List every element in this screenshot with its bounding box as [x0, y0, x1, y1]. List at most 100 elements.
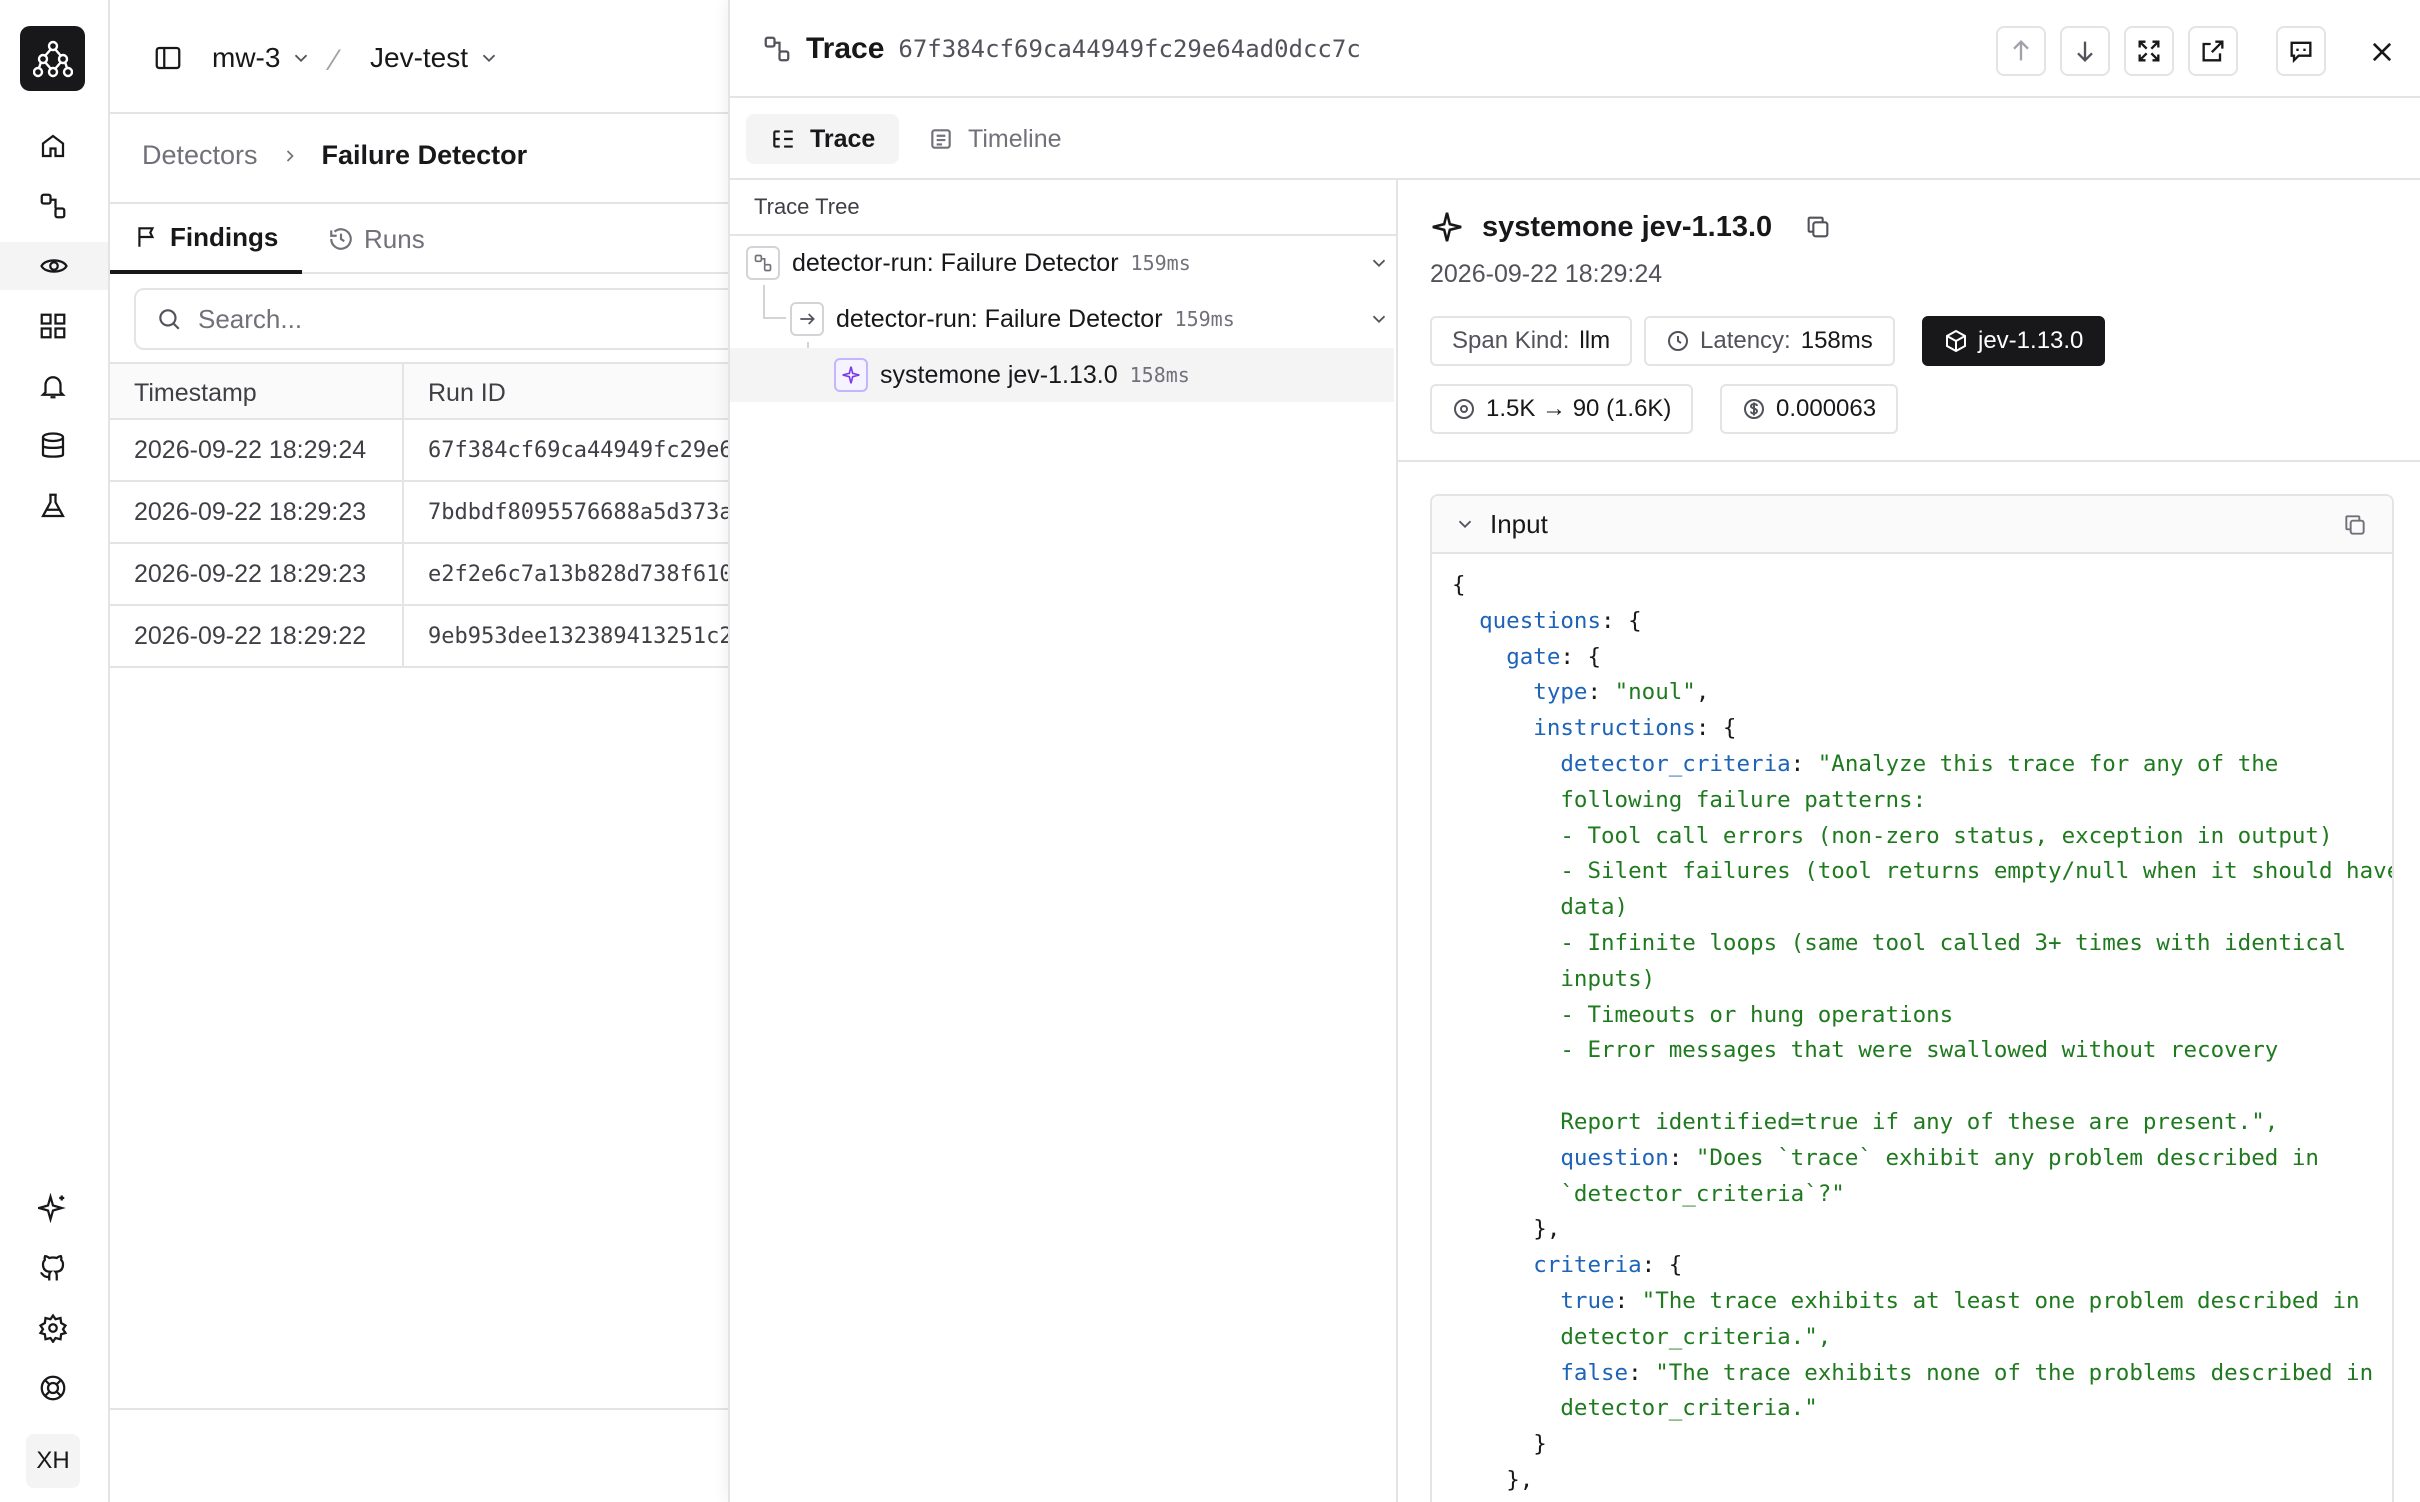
open-in-new-tab-button[interactable]	[2188, 26, 2238, 76]
tab-timeline[interactable]: Timeline	[904, 114, 1086, 164]
avatar[interactable]: XH	[26, 1434, 80, 1488]
close-drawer-button[interactable]	[2362, 32, 2402, 72]
sparkle-icon	[38, 1193, 66, 1223]
chevron-down-icon[interactable]	[1368, 252, 1390, 274]
tab-timeline-label: Timeline	[968, 124, 1062, 153]
tree-list-icon	[773, 130, 793, 148]
input-header[interactable]: Input	[1432, 496, 2392, 554]
chevron-down-icon[interactable]	[1368, 308, 1390, 330]
tab-runs-label: Runs	[364, 223, 425, 254]
cube-icon	[1946, 329, 1966, 353]
project-name: Jev-test	[370, 42, 469, 73]
search-placeholder: Search...	[198, 303, 303, 334]
traces-icon	[40, 193, 66, 219]
row-timestamp: 2026-09-22 18:29:22	[134, 621, 367, 650]
nav-settings[interactable]	[27, 1304, 79, 1352]
org-switcher[interactable]: mw-3	[212, 38, 312, 78]
row-run-id: 7bdbdf8095576688a5d373a	[428, 499, 728, 525]
node-duration: 159ms	[1130, 251, 1191, 275]
eye-icon	[40, 259, 68, 273]
row-timestamp: 2026-09-22 18:29:23	[134, 497, 367, 526]
drawer-title: Trace	[806, 32, 885, 65]
span-kind-badge: Span Kind: llm	[1430, 316, 1633, 366]
input-label: Input	[1490, 508, 1548, 539]
nav-detectors[interactable]	[0, 242, 108, 290]
row-run-id: e2f2e6c7a13b828d738f610	[428, 561, 728, 587]
node-name: systemone jev-1.13.0	[880, 360, 1118, 389]
input-json: { questions: { gate: { type: "noul", ins…	[1452, 572, 2394, 1493]
drawer-header: Trace 67f384cf69ca44949fc29e64ad0dcc7c	[730, 0, 2420, 98]
flag-icon	[138, 227, 155, 247]
column-timestamp[interactable]: Timestamp	[134, 364, 257, 422]
nav-alerts[interactable]	[27, 362, 79, 410]
nav-traces[interactable]	[27, 182, 79, 230]
path-separator: ⁄	[332, 44, 338, 77]
icon-rail: XH	[0, 0, 110, 1502]
nav-experiments[interactable]	[27, 482, 79, 530]
fullscreen-button[interactable]	[2124, 26, 2174, 76]
tree-node-root[interactable]: detector-run: Failure Detector 159ms	[746, 236, 1396, 290]
org-name: mw-3	[212, 42, 281, 73]
database-icon	[41, 432, 65, 458]
span-name: systemone jev-1.13.0	[1482, 210, 1773, 243]
tab-findings[interactable]: Findings	[110, 204, 303, 274]
node-name: detector-run: Failure Detector	[836, 304, 1163, 333]
arrow-up-icon	[2013, 40, 2029, 61]
arrow-down-icon	[2077, 41, 2093, 62]
chat-assistant-button[interactable]	[2276, 26, 2326, 76]
previous-trace-button[interactable]	[1996, 26, 2046, 76]
footer-divider	[110, 1408, 728, 1410]
dashboard-icon	[40, 313, 66, 339]
toggle-sidebar-button[interactable]	[150, 40, 186, 76]
cost-badge: 0.000063	[1720, 384, 1899, 434]
project-switcher[interactable]: Jev-test	[370, 38, 500, 78]
app-logo[interactable]	[20, 26, 85, 91]
table-row[interactable]: 2026-09-22 18:29:23 7bdbdf8095576688a5d3…	[110, 482, 728, 544]
trace-icon	[764, 36, 790, 62]
detector-page: mw-3 ⁄ Jev-test Detectors Failure Detect…	[110, 0, 728, 1502]
table-row[interactable]: 2026-09-22 18:29:23 e2f2e6c7a13b828d738f…	[110, 544, 728, 606]
search-input[interactable]: Search...	[134, 288, 728, 350]
flask-icon	[41, 493, 65, 518]
node-name: detector-run: Failure Detector	[792, 248, 1119, 277]
next-trace-button[interactable]	[2060, 26, 2110, 76]
home-icon	[41, 134, 65, 158]
chevron-down-icon	[482, 54, 496, 63]
nav-home[interactable]	[27, 122, 79, 170]
span-kind-label: Span Kind:	[1452, 327, 1570, 354]
target-icon	[1454, 399, 1474, 419]
nav-github[interactable]	[27, 1244, 79, 1292]
section-divider	[1398, 460, 2420, 462]
nav-help[interactable]	[27, 1364, 79, 1412]
tab-trace-label: Trace	[810, 124, 876, 153]
top-bar: mw-3 ⁄ Jev-test	[110, 0, 728, 114]
tree-node-child[interactable]: detector-run: Failure Detector 159ms	[790, 292, 1396, 346]
page-title: Failure Detector	[321, 140, 528, 170]
search-icon	[159, 309, 180, 330]
nav-dashboards[interactable]	[27, 302, 79, 350]
tab-trace[interactable]: Trace	[746, 114, 900, 164]
nav-ai-assist[interactable]	[27, 1184, 79, 1232]
input-panel: Input { questions: { gate: { type: "noul…	[1430, 494, 2394, 1502]
breadcrumb: Detectors Failure Detector	[110, 114, 728, 204]
sparkle-node-icon	[834, 358, 868, 392]
version-value: jev-1.13.0	[1978, 327, 2084, 354]
help-icon	[40, 1375, 66, 1401]
copy-icon[interactable]	[1804, 213, 1832, 241]
copy-icon[interactable]	[2342, 512, 2368, 538]
trace-node-icon	[746, 246, 780, 280]
tab-runs[interactable]: Runs	[328, 204, 425, 274]
table-row[interactable]: 2026-09-22 18:29:22 9eb953dee13238941325…	[110, 606, 728, 668]
table-row[interactable]: 2026-09-22 18:29:24 67f384cf69ca44949fc2…	[110, 420, 728, 482]
tokens-value: 1.5K → 90 (1.6K)	[1486, 395, 1672, 422]
breadcrumb-detectors[interactable]: Detectors	[142, 140, 258, 171]
tab-findings-label: Findings	[170, 221, 279, 252]
tree-node-selected[interactable]: systemone jev-1.13.0 158ms	[730, 348, 1394, 402]
column-run-id[interactable]: Run ID	[428, 364, 506, 422]
github-icon	[40, 1254, 65, 1281]
nav-datasets[interactable]	[27, 422, 79, 470]
network-logo-icon	[32, 40, 73, 77]
detector-tabs: Findings Runs	[110, 204, 728, 274]
sparkle-icon	[1432, 212, 1462, 242]
history-icon	[330, 228, 352, 250]
